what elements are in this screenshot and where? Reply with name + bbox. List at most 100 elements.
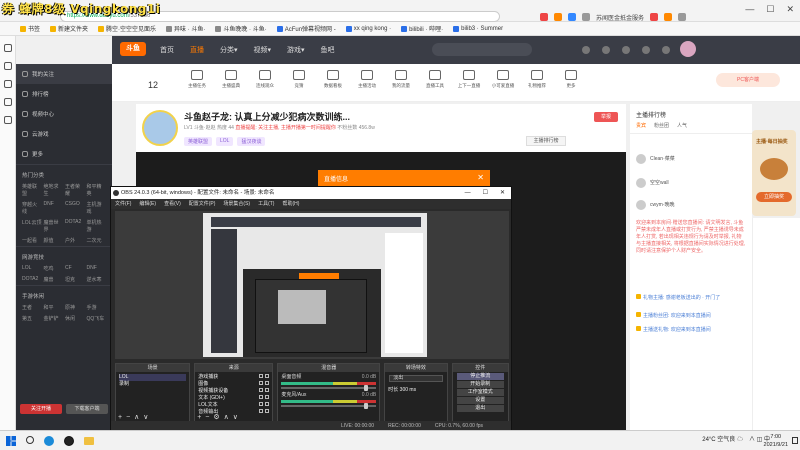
maximize-button[interactable]: ☐ — [766, 4, 774, 15]
volume-slider[interactable] — [281, 403, 377, 409]
report-button[interactable]: 举报 — [594, 112, 618, 122]
tool-item[interactable]: 数据看板 — [318, 70, 348, 89]
tool-item[interactable]: 连线观众 — [250, 70, 280, 89]
extension-icon[interactable] — [664, 13, 673, 21]
obs-app-icon[interactable] — [64, 436, 74, 446]
category-link[interactable]: DNF — [87, 265, 107, 272]
scene-item[interactable]: 录制 — [119, 381, 129, 387]
start-recording-button[interactable]: 开始录制 — [456, 381, 504, 388]
download-icon[interactable] — [4, 80, 12, 88]
lottery-widget[interactable]: 主播·每日抽奖 立即抽奖 — [752, 130, 796, 216]
notification-icon[interactable] — [792, 437, 798, 444]
menu-profile[interactable]: 配置文件(P) — [189, 199, 216, 209]
source-item[interactable]: 游戏捕获 — [198, 374, 270, 381]
bookmark-item[interactable]: 异味 · 斗鱼· — [166, 24, 205, 33]
bookmark-item[interactable]: 书签 — [20, 24, 40, 33]
menu-scene-collection[interactable]: 场景集合(S) — [223, 199, 250, 209]
sidebar-item-more[interactable]: 更多 — [16, 144, 112, 164]
tab-fans[interactable]: 粉丝团 — [654, 122, 669, 133]
preview-canvas[interactable] — [203, 213, 427, 357]
tag[interactable]: 英雄联盟 — [184, 137, 213, 146]
notes-icon[interactable] — [4, 98, 12, 106]
close-icon[interactable]: ✕ — [477, 173, 484, 182]
sidebar-item-rank[interactable]: 排行榜 — [16, 84, 112, 104]
avatar[interactable] — [636, 154, 646, 164]
tool-item[interactable]: 礼物推荐 — [522, 70, 552, 89]
download-client-button[interactable]: 下载客户端 — [66, 404, 108, 414]
category-link[interactable]: 吃鸡 — [44, 265, 64, 272]
rank-entry[interactable]: Clean·菜菜 — [650, 156, 764, 163]
category-link[interactable]: 魔兽世界 — [44, 219, 64, 233]
rank-button[interactable]: 主播排行榜 — [526, 136, 566, 146]
avatar[interactable] — [636, 200, 646, 210]
live-icon[interactable] — [662, 46, 670, 54]
tool-item[interactable]: 主播任务 — [182, 70, 212, 89]
source-item[interactable]: LOL文本 — [198, 402, 270, 409]
category-link[interactable]: QQ飞车 — [87, 315, 107, 322]
bookmark-item[interactable]: 新建文件夹 — [50, 24, 88, 33]
message-icon[interactable] — [602, 46, 610, 54]
extension-icon[interactable] — [554, 13, 562, 21]
source-item[interactable]: 图像 — [198, 381, 270, 388]
minimize-button[interactable]: — — [465, 187, 471, 199]
menu-file[interactable]: 文件(F) — [115, 199, 131, 209]
menu-view[interactable]: 查看(V) — [164, 199, 181, 209]
sidebar-item-cloudgame[interactable]: 云游戏 — [16, 124, 112, 144]
collections-icon[interactable] — [4, 44, 12, 52]
bookmark-item[interactable]: 斗鱼晚晚 · 斗鱼· — [215, 24, 267, 33]
bookmark-item[interactable]: AcFun弹幕视频网 - — [276, 24, 336, 33]
streamer-name[interactable]: 斗鱼·赵赵 — [194, 125, 216, 131]
promo-text[interactable]: 苏闻医金抵金服务 — [596, 13, 644, 22]
category-link[interactable]: 穿越火线 — [22, 201, 42, 215]
category-link[interactable]: 户外 — [65, 237, 85, 244]
exit-button[interactable]: 退出 — [456, 405, 504, 412]
bookmark-item[interactable]: 腾空·空空空见面乐 — [98, 24, 156, 33]
rank-entry[interactable]: cwym·晚晚 — [650, 202, 764, 209]
source-item[interactable]: 视频捕获设备 — [198, 388, 270, 395]
category-link[interactable]: 一起看 — [22, 237, 42, 244]
category-link[interactable]: DOTA2 — [22, 276, 42, 283]
extension-icon[interactable] — [582, 13, 590, 21]
dock-footer-buttons[interactable]: +−⚙∧∨ — [197, 413, 242, 421]
category-link[interactable]: 坦克 — [65, 276, 85, 283]
duration-value[interactable]: 300 ms — [400, 387, 416, 393]
pc-client-button[interactable]: PC客户端 — [716, 73, 780, 87]
maximize-button[interactable]: ☐ — [483, 187, 488, 199]
category-link[interactable]: 王者 — [22, 304, 42, 311]
task-icon[interactable] — [622, 46, 630, 54]
sidebar-item-video[interactable]: 视频中心 — [16, 104, 112, 124]
category-link[interactable]: 二次元 — [87, 237, 107, 244]
menu-icon[interactable] — [678, 13, 687, 21]
stop-stream-button[interactable]: 停止推流 — [456, 373, 504, 380]
nav-yuba[interactable]: 鱼吧 — [321, 45, 335, 55]
nav-live[interactable]: 直播 — [190, 45, 204, 55]
tag[interactable]: LOL — [216, 137, 234, 146]
nav-games[interactable]: 游戏▾ — [287, 45, 305, 55]
tool-item[interactable]: 竞猜 — [284, 70, 314, 89]
close-button[interactable]: ✕ — [500, 187, 505, 199]
lottery-button[interactable]: 立即抽奖 — [756, 192, 792, 202]
search-icon[interactable] — [26, 436, 34, 444]
category-link[interactable]: 休闲 — [65, 315, 85, 322]
tool-item[interactable]: 小可爱直播 — [488, 70, 518, 89]
category-link[interactable]: 手游 — [87, 304, 107, 311]
category-link[interactable]: 第五 — [22, 315, 42, 322]
tool-item[interactable]: 我的流量 — [386, 70, 416, 89]
rank-entry[interactable]: 空空wall — [650, 180, 764, 187]
scene-item[interactable]: LOL — [119, 374, 187, 381]
nav-home[interactable]: 首页 — [160, 45, 174, 55]
weather-widget[interactable]: 24°C 空气良 ☁ — [702, 434, 743, 443]
extension-icon[interactable] — [540, 13, 548, 21]
user-avatar[interactable] — [680, 41, 696, 57]
category-link[interactable]: 和平 — [44, 304, 64, 311]
tag[interactable]: 猛汉夜谈 — [237, 137, 266, 146]
category-link[interactable]: 金铲铲 — [44, 315, 64, 322]
category-link[interactable]: CF — [65, 265, 85, 272]
category-link[interactable]: 和平精英 — [87, 183, 107, 197]
dock-footer-buttons[interactable]: +−∧∨ — [118, 413, 152, 421]
settings-button[interactable]: 设置 — [456, 397, 504, 404]
streamer-avatar[interactable] — [142, 110, 178, 146]
bookmark-item[interactable]: bilibili · 哔哩· — [401, 24, 443, 33]
category-link[interactable]: 原神 — [65, 304, 85, 311]
minimize-button[interactable]: — — [745, 4, 754, 15]
